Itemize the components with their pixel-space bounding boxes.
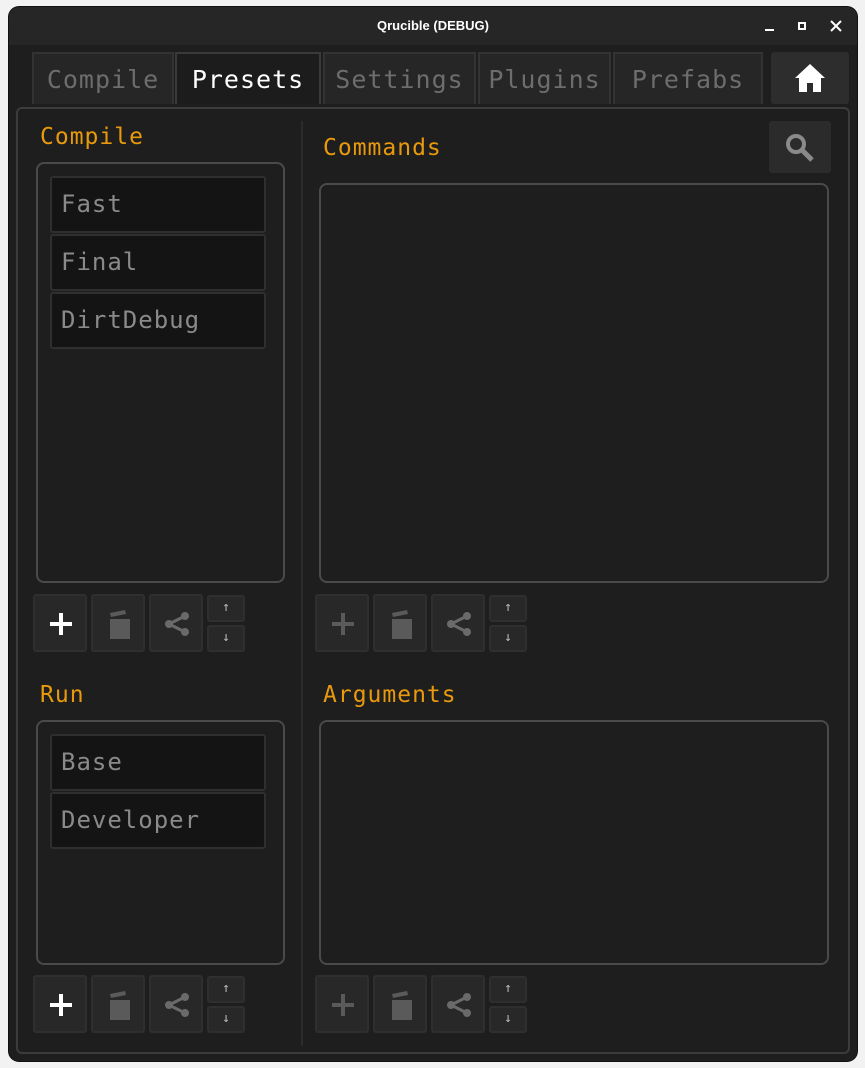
arguments-move-up-button[interactable]: ↑ [489, 976, 527, 1003]
share-icon [447, 993, 471, 1017]
run-move-up-button[interactable]: ↑ [207, 976, 245, 1003]
search-icon [786, 134, 814, 162]
close-button[interactable] [826, 16, 846, 36]
run-share-button[interactable] [149, 975, 203, 1033]
window-title: Qrucible (DEBUG) [377, 18, 489, 33]
minimize-button[interactable] [760, 16, 780, 36]
trash-icon [392, 991, 412, 1020]
arrow-down-icon: ↓ [504, 630, 512, 645]
compile-section-title: Compile [40, 124, 144, 150]
search-button[interactable] [769, 121, 831, 173]
list-item[interactable]: Developer [50, 792, 266, 849]
arrow-up-icon: ↑ [222, 981, 230, 996]
arguments-add-button[interactable] [315, 975, 369, 1033]
compile-preset-list[interactable]: Fast Final DirtDebug [36, 162, 285, 583]
commands-move-up-button[interactable]: ↑ [489, 595, 527, 622]
tab-plugins[interactable]: Plugins [478, 52, 611, 104]
arguments-share-button[interactable] [431, 975, 485, 1033]
app-window: Qrucible (DEBUG) Compile Presets Setting… [9, 7, 857, 1061]
commands-list[interactable] [319, 183, 829, 583]
plus-icon [50, 994, 72, 1016]
compile-move-down-button[interactable]: ↓ [207, 625, 245, 652]
compile-move-up-button[interactable]: ↑ [207, 595, 245, 622]
list-item[interactable]: Fast [50, 176, 266, 233]
title-bar: Qrucible (DEBUG) [9, 7, 857, 45]
arguments-list[interactable] [319, 720, 829, 965]
minimize-icon [765, 29, 774, 31]
home-button[interactable] [771, 52, 849, 104]
arrow-down-icon: ↓ [504, 1011, 512, 1026]
close-icon [830, 20, 842, 32]
tab-compile[interactable]: Compile [32, 52, 174, 104]
tab-prefabs[interactable]: Prefabs [613, 52, 763, 104]
plus-icon [332, 994, 354, 1016]
arguments-move-down-button[interactable]: ↓ [489, 1006, 527, 1033]
commands-add-button[interactable] [315, 594, 369, 652]
list-item[interactable]: Final [50, 234, 266, 291]
list-item[interactable]: DirtDebug [50, 292, 266, 349]
maximize-button[interactable] [792, 16, 812, 36]
tab-presets[interactable]: Presets [175, 52, 321, 104]
arguments-section-title: Arguments [323, 682, 457, 708]
commands-share-button[interactable] [431, 594, 485, 652]
maximize-icon [798, 22, 806, 30]
run-add-button[interactable] [33, 975, 87, 1033]
run-preset-list[interactable]: Base Developer [36, 720, 285, 965]
arrow-down-icon: ↓ [222, 1011, 230, 1026]
arguments-delete-button[interactable] [373, 975, 427, 1033]
commands-move-down-button[interactable]: ↓ [489, 625, 527, 652]
tab-settings[interactable]: Settings [323, 52, 476, 104]
home-icon [795, 64, 825, 92]
trash-icon [392, 610, 412, 639]
arrow-down-icon: ↓ [222, 630, 230, 645]
column-divider [301, 121, 303, 1046]
run-section-title: Run [40, 682, 85, 708]
arrow-up-icon: ↑ [504, 981, 512, 996]
compile-share-button[interactable] [149, 594, 203, 652]
run-delete-button[interactable] [91, 975, 145, 1033]
arrow-up-icon: ↑ [222, 600, 230, 615]
compile-delete-button[interactable] [91, 594, 145, 652]
share-icon [447, 612, 471, 636]
run-move-down-button[interactable]: ↓ [207, 1006, 245, 1033]
plus-icon [50, 613, 72, 635]
arrow-up-icon: ↑ [504, 600, 512, 615]
commands-delete-button[interactable] [373, 594, 427, 652]
trash-icon [110, 991, 130, 1020]
plus-icon [332, 613, 354, 635]
trash-icon [110, 610, 130, 639]
compile-add-button[interactable] [33, 594, 87, 652]
share-icon [165, 993, 189, 1017]
list-item[interactable]: Base [50, 734, 266, 791]
share-icon [165, 612, 189, 636]
commands-section-title: Commands [323, 135, 442, 161]
